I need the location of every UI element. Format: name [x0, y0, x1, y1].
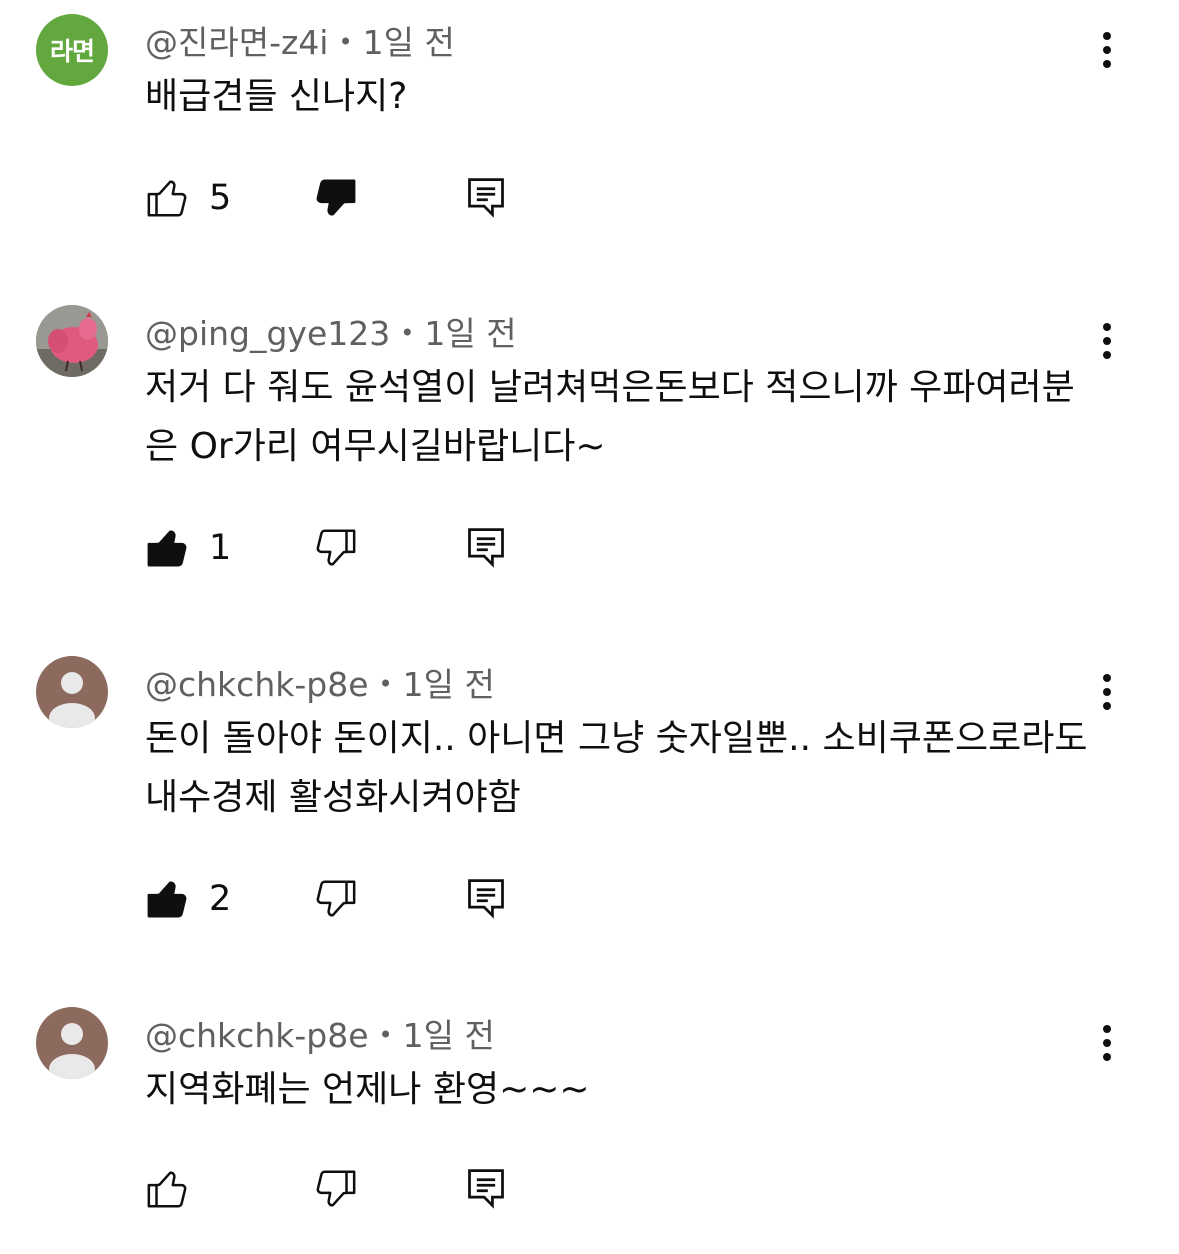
comment-time[interactable]: 1일 전 [424, 314, 516, 353]
comment-meta: @chkchk-p8e • 1일 전 [145, 1009, 495, 1057]
meta-separator: • [378, 1021, 393, 1049]
comment-meta: @진라면-z4i • 1일 전 [145, 16, 455, 64]
reply-button[interactable] [464, 174, 508, 220]
more-options-button[interactable] [1091, 1018, 1123, 1068]
comment-time[interactable]: 1일 전 [403, 665, 495, 704]
comment-text: 저거 다 줘도 윤석열이 날려쳐먹은돈보다 적으니까 우파여러분은 Or가리 여… [145, 367, 1075, 467]
more-options-button[interactable] [1091, 25, 1123, 75]
thumbs-down-icon [316, 529, 356, 566]
more-vertical-icon [1103, 323, 1111, 359]
dislike-button[interactable] [312, 876, 358, 922]
comment-meta: @ping_gye123 • 1일 전 [145, 307, 517, 355]
like-button[interactable] [145, 1166, 209, 1212]
comment-text: 배급견들 신나지? [145, 76, 408, 117]
author-handle[interactable]: @ping_gye123 [145, 314, 390, 353]
comment-text: 지역화폐는 언제나 환영~~~ [145, 1069, 590, 1110]
reply-button[interactable] [464, 1165, 508, 1211]
author-handle[interactable]: @진라면-z4i [145, 23, 328, 62]
like-button[interactable]: 1 [145, 525, 231, 571]
author-handle[interactable]: @chkchk-p8e [145, 1016, 369, 1055]
thumbs-down-icon [316, 179, 356, 216]
meta-separator: • [378, 670, 393, 698]
pink-chicken-avatar [36, 305, 108, 377]
thumbs-up-icon [147, 1171, 187, 1208]
author-avatar[interactable] [36, 305, 108, 377]
comment-time[interactable]: 1일 전 [363, 23, 455, 62]
more-vertical-icon [1103, 32, 1111, 68]
like-count: 2 [209, 879, 232, 919]
default-user-icon [49, 1023, 95, 1079]
reply-comment-icon [468, 178, 504, 218]
like-count: 5 [209, 178, 232, 218]
reply-comment-icon [468, 879, 504, 919]
reply-comment-icon [468, 1169, 504, 1209]
author-handle[interactable]: @chkchk-p8e [145, 665, 369, 704]
more-options-button[interactable] [1091, 316, 1123, 366]
like-button[interactable]: 2 [145, 876, 231, 922]
meta-separator: • [400, 319, 415, 347]
author-avatar[interactable] [36, 656, 108, 728]
reply-button[interactable] [464, 524, 508, 570]
meta-separator: • [338, 28, 353, 56]
reply-comment-icon [468, 528, 504, 568]
like-count: 1 [209, 528, 232, 568]
avatar-initials: 라면 [49, 37, 95, 66]
comment-meta: @chkchk-p8e • 1일 전 [145, 658, 495, 706]
thumbs-up-icon [147, 530, 187, 567]
author-avatar[interactable]: 라면 [36, 14, 108, 86]
more-vertical-icon [1103, 1025, 1111, 1061]
dislike-button[interactable] [312, 175, 358, 221]
comment-time[interactable]: 1일 전 [403, 1016, 495, 1055]
dislike-button[interactable] [312, 525, 358, 571]
more-vertical-icon [1103, 674, 1111, 710]
thumbs-up-icon [147, 881, 187, 918]
dislike-button[interactable] [312, 1166, 358, 1212]
thumbs-up-icon [147, 180, 187, 217]
more-options-button[interactable] [1091, 667, 1123, 717]
reply-button[interactable] [464, 875, 508, 921]
default-user-icon [49, 672, 95, 728]
author-avatar[interactable] [36, 1007, 108, 1079]
comment-text: 돈이 돌아야 돈이지.. 아니면 그냥 숫자일뿐.. 소비쿠폰으로라도 내수경제… [145, 718, 1088, 818]
like-button[interactable]: 5 [145, 175, 231, 221]
thumbs-down-icon [316, 880, 356, 917]
thumbs-down-icon [316, 1170, 356, 1207]
